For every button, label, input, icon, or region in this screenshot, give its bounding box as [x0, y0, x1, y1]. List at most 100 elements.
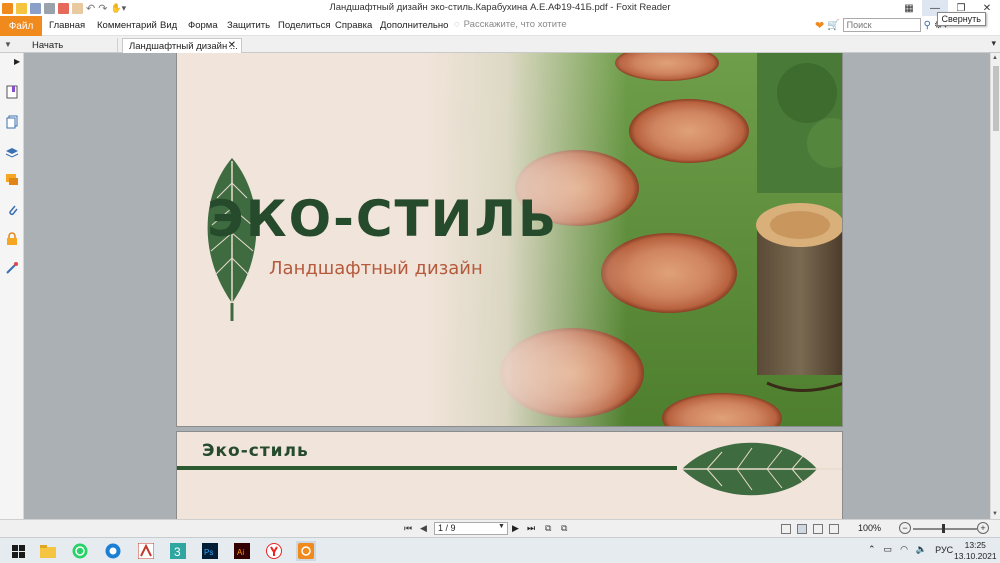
zoom-in-button[interactable]: +: [977, 522, 989, 534]
vertical-scrollbar[interactable]: ▲ ▼: [990, 53, 1000, 519]
tab-list-arrow-icon[interactable]: ▼: [4, 40, 12, 49]
pages-icon[interactable]: [5, 115, 19, 129]
start-button[interactable]: [8, 541, 28, 561]
last-page-icon[interactable]: ⏭: [527, 523, 535, 534]
status-bar: ⏮ ◀ 1 / 9 ▼ ▶ ⏭ ⧉ ⧉ 100% − +: [0, 519, 1000, 537]
page-dropdown-icon[interactable]: ▼: [498, 523, 505, 530]
single-page-view-icon[interactable]: [781, 524, 791, 534]
tab-bar: ▼ Начать Ландшафтный дизайн ... ✕ ▾: [0, 36, 1000, 53]
right-tools: ❤ 🛒 ⚲ ⚙▾: [815, 18, 948, 32]
menu-item-protect[interactable]: Защитить: [227, 20, 270, 31]
pdf-page-2: Эко-стиль: [176, 431, 843, 519]
menu-item-form[interactable]: Форма: [188, 20, 218, 31]
bookmark-icon[interactable]: [5, 85, 19, 99]
slide2-divider: [177, 466, 677, 470]
tab-document-label: Ландшафтный дизайн ...: [129, 41, 238, 52]
acrobat-icon[interactable]: [136, 541, 156, 561]
foxit-reader-icon[interactable]: [296, 541, 316, 561]
security-icon[interactable]: [5, 232, 19, 246]
clock-date: 13.10.2021: [954, 551, 997, 561]
zoom-slider[interactable]: [913, 528, 977, 530]
slide2-brand: Эко-стиль: [202, 441, 309, 461]
menu-bar: Файл Главная Комментарий Вид Форма Защит…: [0, 16, 1000, 36]
print-icon[interactable]: [44, 2, 55, 14]
previous-view-icon[interactable]: ⧉: [545, 523, 551, 534]
navigation-panel: ▶: [0, 53, 24, 519]
clock[interactable]: 13:25 13.10.2021: [954, 540, 997, 562]
quick-access-toolbar: ↶ ↷ ✋▾: [2, 1, 126, 15]
customize-icon[interactable]: ✋▾: [110, 3, 126, 14]
comments-icon[interactable]: [5, 173, 19, 187]
continuous-facing-view-icon[interactable]: [829, 524, 839, 534]
illustrator-icon[interactable]: Ai: [232, 541, 252, 561]
menu-item-help[interactable]: Справка: [335, 20, 372, 31]
menu-item-view[interactable]: Вид: [160, 20, 177, 31]
volume-icon[interactable]: 🔈: [916, 544, 927, 555]
chevron-down-icon[interactable]: ▾: [991, 38, 996, 49]
photoshop-icon[interactable]: Ps: [200, 541, 220, 561]
page-number-field[interactable]: 1 / 9: [434, 522, 508, 535]
clock-time: 13:25: [964, 540, 986, 550]
menu-item-more[interactable]: Дополнительно: [380, 20, 448, 31]
continuous-view-icon[interactable]: [797, 524, 807, 534]
next-view-icon[interactable]: ⧉: [561, 523, 567, 534]
search-icon[interactable]: ⚲: [924, 20, 931, 31]
menu-item-comment[interactable]: Комментарий: [97, 20, 157, 31]
first-page-icon[interactable]: ⏮: [404, 523, 412, 534]
tell-me-text: Расскажите, что хотите: [463, 19, 567, 30]
scroll-down-icon[interactable]: ▼: [992, 511, 998, 517]
facing-view-icon[interactable]: [813, 524, 823, 534]
tell-me-box[interactable]: ◌ Расскажите, что хотите: [454, 19, 567, 30]
svg-text:Ai: Ai: [237, 548, 244, 557]
wifi-icon[interactable]: ◠: [900, 544, 908, 555]
browser-icon[interactable]: [103, 541, 123, 561]
undo-icon[interactable]: ↶: [86, 2, 95, 15]
save-icon[interactable]: [30, 2, 41, 14]
close-icon[interactable]: ✕: [228, 40, 236, 51]
zoom-level[interactable]: 100%: [858, 523, 881, 533]
layout-icon[interactable]: ▦: [896, 0, 922, 16]
heart-icon[interactable]: ❤: [815, 19, 824, 32]
whatsapp-icon[interactable]: [70, 541, 90, 561]
chevron-up-icon[interactable]: ⌃: [868, 544, 876, 555]
scroll-up-icon[interactable]: ▲: [992, 55, 998, 61]
previous-page-icon[interactable]: ◀: [420, 523, 427, 534]
pdf-page-1: ЭКО-СТИЛЬ Ландшафтный дизайн: [176, 53, 843, 427]
menu-item-home[interactable]: Главная: [49, 20, 85, 31]
brand-title: ЭКО-СТИЛЬ: [207, 190, 559, 248]
document-view[interactable]: ЭКО-СТИЛЬ Ландшафтный дизайн Эко-стиль: [24, 53, 990, 519]
next-page-icon[interactable]: ▶: [512, 523, 519, 534]
search-input[interactable]: [842, 18, 921, 32]
yandex-browser-icon[interactable]: [264, 541, 284, 561]
tab-start[interactable]: Начать: [26, 38, 118, 53]
redo-icon[interactable]: ↷: [98, 2, 107, 15]
app-3-icon[interactable]: 3: [168, 541, 188, 561]
svg-text:3: 3: [174, 545, 181, 559]
scrollbar-thumb[interactable]: [993, 66, 999, 131]
signature-icon[interactable]: [5, 261, 19, 275]
menu-item-share[interactable]: Поделиться: [278, 20, 330, 31]
open-icon[interactable]: [16, 2, 27, 14]
expand-panel-icon[interactable]: ▶: [14, 57, 20, 66]
file-menu-button[interactable]: Файл: [0, 16, 42, 36]
cart-icon[interactable]: 🛒: [827, 20, 839, 31]
hand-icon[interactable]: [72, 2, 83, 14]
battery-icon[interactable]: ▭: [884, 544, 893, 555]
layers-icon[interactable]: [5, 145, 19, 159]
window-title: Ландшафтный дизайн эко-стиль.Карабухина …: [329, 2, 671, 13]
lightbulb-icon: ◌: [454, 19, 460, 30]
zoom-out-button[interactable]: −: [899, 522, 911, 534]
slide2-leaf-icon: [682, 442, 842, 496]
language-indicator[interactable]: РУС: [935, 545, 953, 555]
tab-document[interactable]: Ландшафтный дизайн ... ✕: [122, 38, 242, 53]
taskbar: 3 Ps Ai ⌃ ▭ ◠ 🔈 РУС 13:25 13.10.2021: [0, 537, 1000, 563]
file-explorer-icon[interactable]: [38, 541, 58, 561]
create-icon[interactable]: [58, 2, 69, 14]
foxit-logo-icon: [2, 2, 13, 14]
brand-subtitle: Ландшафтный дизайн: [269, 258, 483, 279]
minimize-tooltip: Свернуть: [936, 12, 986, 26]
zoom-slider-thumb[interactable]: [942, 524, 945, 533]
svg-text:Ps: Ps: [204, 548, 213, 557]
attachments-icon[interactable]: [5, 203, 19, 217]
tab-start-label: Начать: [32, 40, 64, 51]
